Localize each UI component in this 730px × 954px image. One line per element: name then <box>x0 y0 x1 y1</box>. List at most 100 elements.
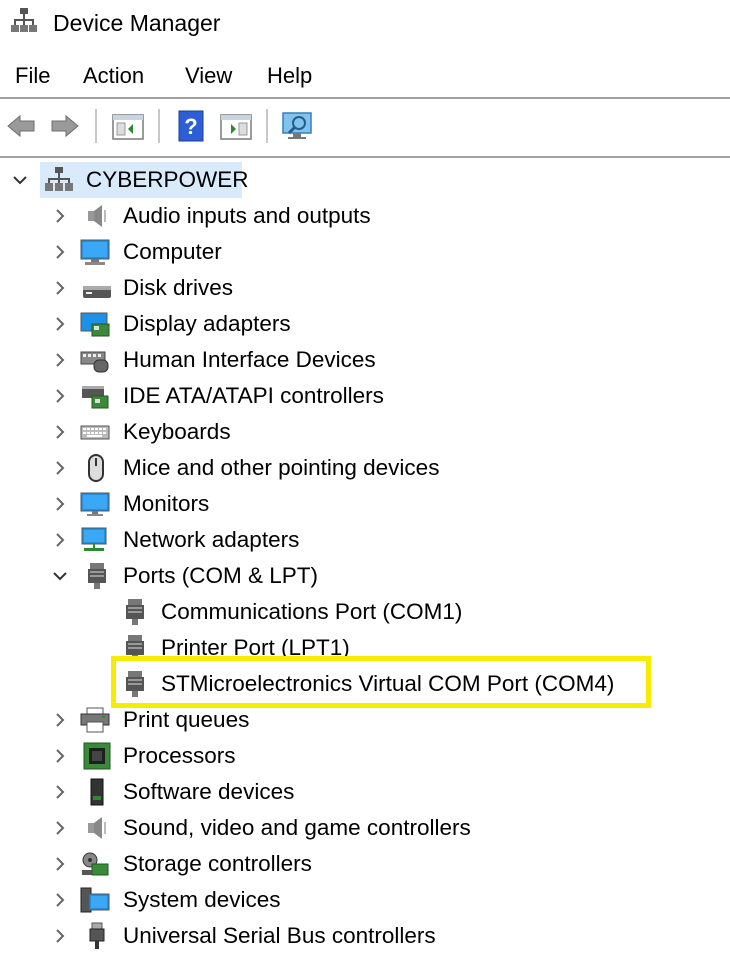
disk-drive-icon <box>82 274 112 302</box>
tree-item-label: Sound, video and game controllers <box>123 815 471 840</box>
tree-item-label: Display adapters <box>123 311 291 336</box>
device-manager-icon <box>11 8 37 36</box>
chevron-right-icon[interactable] <box>50 314 70 334</box>
chevron-right-icon[interactable] <box>50 530 70 550</box>
chevron-right-icon[interactable] <box>50 458 70 478</box>
tree-root-label: CYBERPOWER <box>86 167 249 192</box>
toolbar: ? <box>0 101 730 151</box>
tree-item-label: Software devices <box>123 779 295 804</box>
monitor-icon <box>80 238 110 266</box>
tree-item-label: Human Interface Devices <box>123 347 376 372</box>
scan-hardware-icon[interactable] <box>281 109 315 143</box>
chevron-right-icon[interactable] <box>50 350 70 370</box>
menu-view[interactable]: View <box>185 63 232 89</box>
menu-divider <box>0 97 730 99</box>
chevron-right-icon[interactable] <box>50 926 70 946</box>
tree-item-display-adapters[interactable]: Display adapters <box>0 306 730 342</box>
properties-icon[interactable] <box>219 109 253 143</box>
tree-item-label: Computer <box>123 239 222 264</box>
chevron-right-icon[interactable] <box>50 386 70 406</box>
tree-item-label: Disk drives <box>123 275 234 300</box>
ide-controller-icon <box>80 382 110 410</box>
help-icon[interactable]: ? <box>174 109 208 143</box>
menu-action[interactable]: Action <box>83 63 144 89</box>
port-icon <box>82 562 112 590</box>
tree-item-usb-controllers[interactable]: Universal Serial Bus controllers <box>0 918 730 954</box>
tree-item-software-devices[interactable]: Software devices <box>0 774 730 810</box>
menu-bar: File Action View Help <box>0 58 730 96</box>
tree-item-ports[interactable]: Ports (COM & LPT) <box>0 558 730 594</box>
window-title: Device Manager <box>53 10 221 36</box>
tree-item-keyboards[interactable]: Keyboards <box>0 414 730 450</box>
chevron-right-icon[interactable] <box>50 818 70 838</box>
port-icon <box>120 598 150 626</box>
network-adapter-icon <box>80 526 110 554</box>
toolbar-separator <box>266 109 268 143</box>
chevron-right-icon[interactable] <box>50 494 70 514</box>
software-device-icon <box>82 778 112 806</box>
chevron-right-icon[interactable] <box>50 206 70 226</box>
speaker-icon <box>82 202 112 230</box>
tree-item-label: Audio inputs and outputs <box>123 203 371 228</box>
tree-item-monitors[interactable]: Monitors <box>0 486 730 522</box>
processor-icon <box>82 742 112 770</box>
tree-item-computer[interactable]: Computer <box>0 234 730 270</box>
tree-item-label: Communications Port (COM1) <box>161 599 463 624</box>
back-arrow-icon[interactable] <box>4 109 38 143</box>
tree-item-label: IDE ATA/ATAPI controllers <box>123 383 384 408</box>
hid-icon <box>80 346 110 374</box>
tree-item-com1[interactable]: Communications Port (COM1) <box>0 594 730 630</box>
tree-item-ide-controllers[interactable]: IDE ATA/ATAPI controllers <box>0 378 730 414</box>
computer-network-icon <box>44 166 74 194</box>
tree-item-label: Storage controllers <box>123 851 312 876</box>
tree-item-label: Universal Serial Bus controllers <box>123 923 436 948</box>
menu-help[interactable]: Help <box>267 63 312 89</box>
highlight-annotation <box>111 656 651 708</box>
tree-item-network-adapters[interactable]: Network adapters <box>0 522 730 558</box>
toolbar-separator <box>95 109 97 143</box>
title-bar: Device Manager <box>0 0 730 46</box>
monitor-icon <box>80 490 110 518</box>
chevron-right-icon[interactable] <box>50 422 70 442</box>
tree-item-label: Keyboards <box>123 419 231 444</box>
usb-icon <box>82 922 112 950</box>
display-adapter-icon <box>80 310 110 338</box>
svg-text:?: ? <box>184 114 197 139</box>
menu-file[interactable]: File <box>15 63 50 89</box>
tree-item-audio[interactable]: Audio inputs and outputs <box>0 198 730 234</box>
tree-item-label: Mice and other pointing devices <box>123 455 440 480</box>
tree-item-storage-controllers[interactable]: Storage controllers <box>0 846 730 882</box>
chevron-right-icon[interactable] <box>50 782 70 802</box>
tree-item-hid[interactable]: Human Interface Devices <box>0 342 730 378</box>
chevron-right-icon[interactable] <box>50 854 70 874</box>
chevron-down-icon[interactable] <box>10 170 30 190</box>
forward-arrow-icon[interactable] <box>48 109 82 143</box>
toolbar-separator <box>158 109 160 143</box>
tree-item-label: Monitors <box>123 491 210 516</box>
tree-item-sound[interactable]: Sound, video and game controllers <box>0 810 730 846</box>
tree-item-label: Processors <box>123 743 236 768</box>
tree-item-label: Ports (COM & LPT) <box>123 563 319 588</box>
mouse-icon <box>82 454 112 482</box>
tree-item-disk-drives[interactable]: Disk drives <box>0 270 730 306</box>
chevron-right-icon[interactable] <box>50 746 70 766</box>
tree-root[interactable]: CYBERPOWER <box>0 162 730 198</box>
show-hide-console-tree-icon[interactable] <box>111 109 145 143</box>
tree-item-label: System devices <box>123 887 281 912</box>
tree-item-system-devices[interactable]: System devices <box>0 882 730 918</box>
chevron-down-icon[interactable] <box>50 566 70 586</box>
tree-item-label: Print queues <box>123 707 250 732</box>
tree-item-processors[interactable]: Processors <box>0 738 730 774</box>
toolbar-divider <box>0 156 730 158</box>
chevron-right-icon[interactable] <box>50 890 70 910</box>
keyboard-icon <box>80 418 110 446</box>
storage-controller-icon <box>80 850 110 878</box>
chevron-right-icon[interactable] <box>50 242 70 262</box>
printer-icon <box>80 706 110 734</box>
chevron-right-icon[interactable] <box>50 710 70 730</box>
tree-item-mice[interactable]: Mice and other pointing devices <box>0 450 730 486</box>
chevron-right-icon[interactable] <box>50 278 70 298</box>
tree-item-label: Network adapters <box>123 527 300 552</box>
system-device-icon <box>80 886 110 914</box>
speaker-icon <box>82 814 112 842</box>
